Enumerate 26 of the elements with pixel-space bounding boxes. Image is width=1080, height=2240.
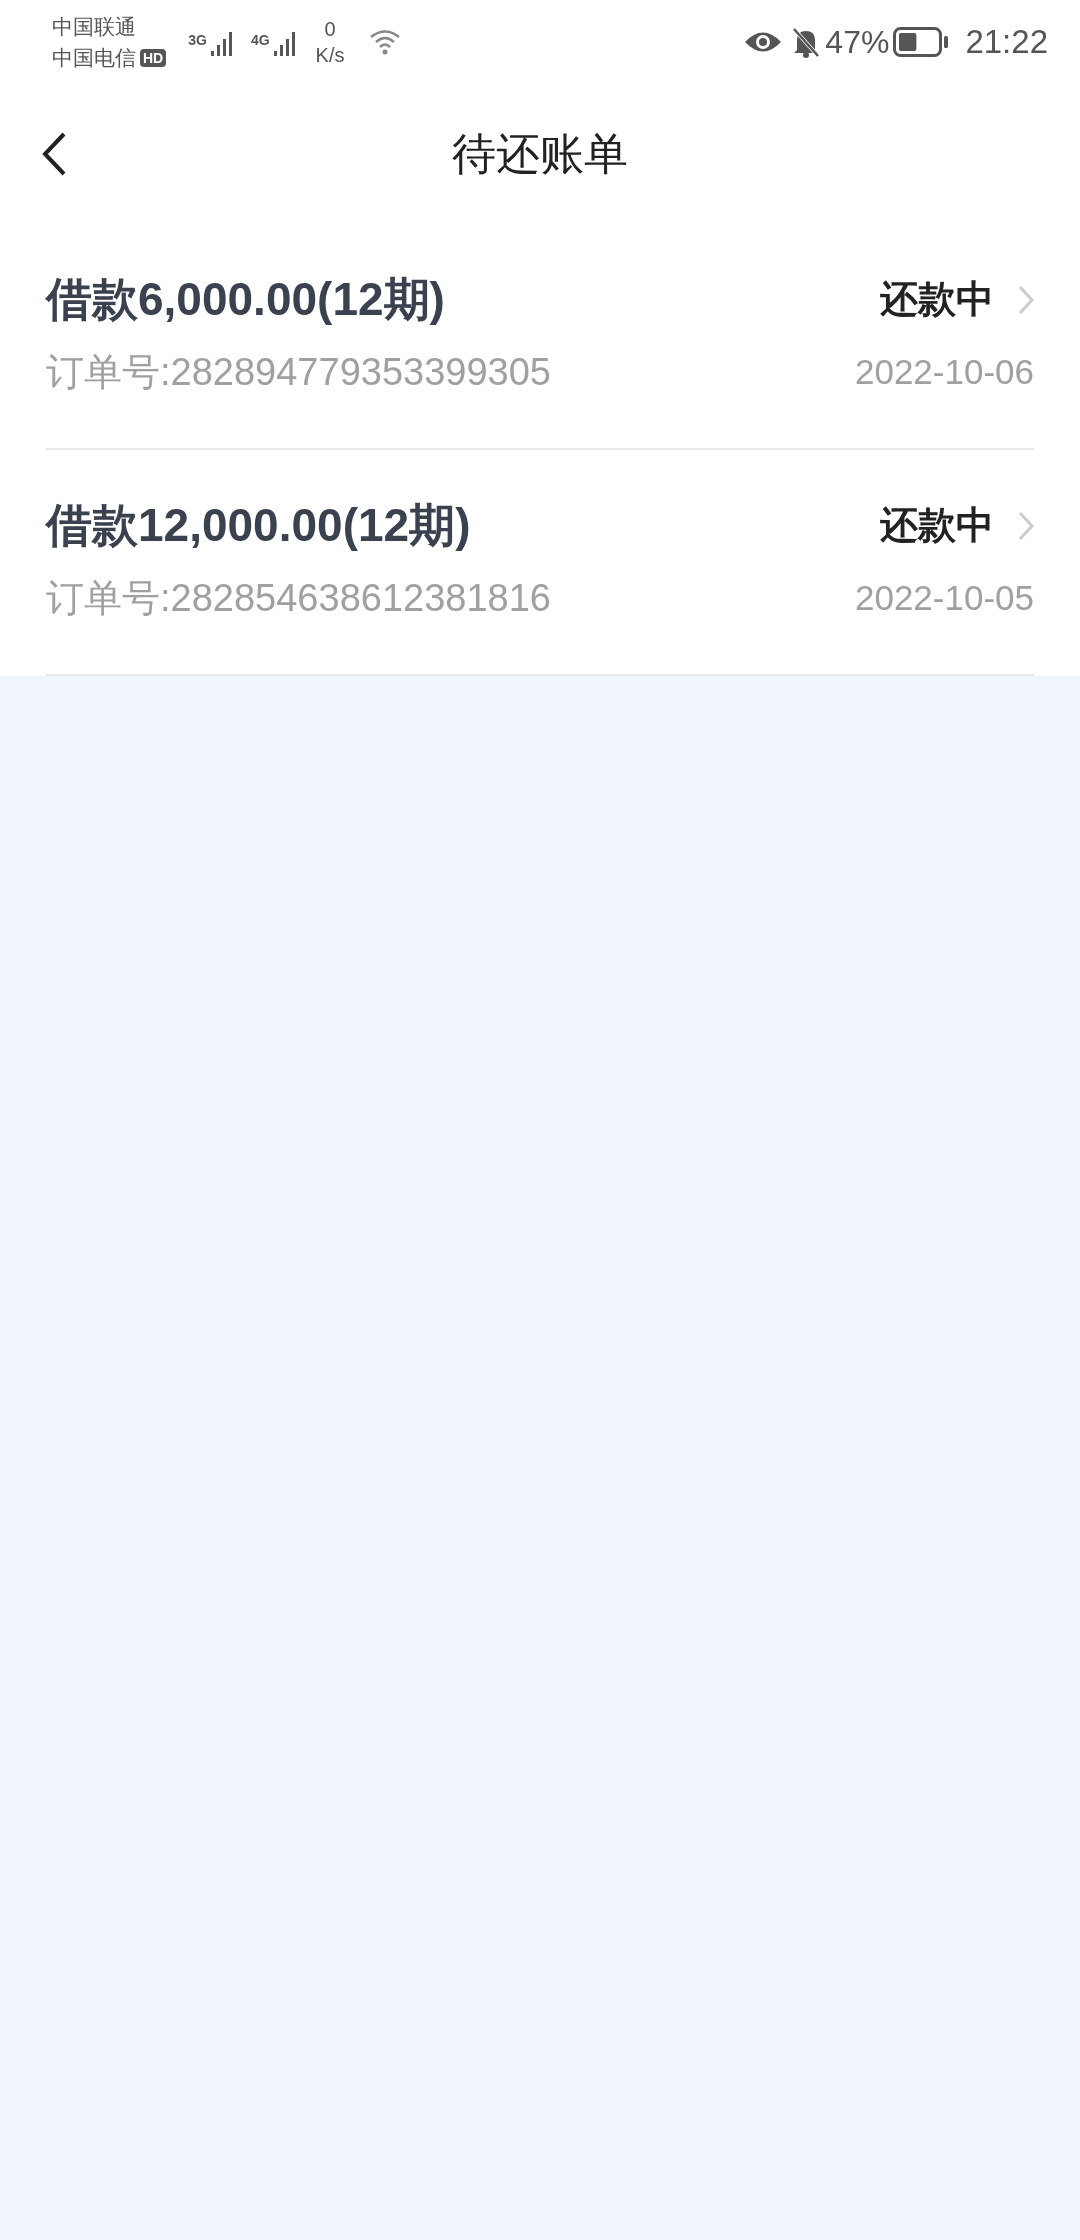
status-label: 还款中 (880, 503, 994, 548)
bill-date: 2022-10-05 (854, 577, 1034, 620)
battery-percent: 47% (825, 23, 890, 62)
muted-bell-icon (791, 26, 822, 58)
order-number: 订单号:282854638612381816 (46, 576, 551, 621)
chevron-right-icon (1018, 284, 1034, 315)
network-label: 3G (188, 33, 207, 47)
speed-unit: K/s (315, 43, 345, 68)
hd-badge: HD (140, 48, 167, 67)
chevron-right-icon (1018, 510, 1034, 541)
network-label: 4G (250, 33, 270, 47)
wifi-icon (368, 29, 401, 55)
carrier-name: 中国联通 (52, 14, 137, 40)
loan-title: 借款6,000.00(12期) (46, 271, 445, 327)
carrier-name: 中国电信 (52, 45, 136, 71)
battery-icon (893, 27, 950, 57)
status-label: 还款中 (880, 277, 994, 322)
bill-item[interactable]: 借款6,000.00(12期) 还款中 订单号:282894779353399305 2022-10-06 (0, 224, 1080, 450)
bill-date: 2022-10-06 (854, 351, 1034, 394)
page-title: 待还账单 (452, 128, 628, 180)
loan-title: 借款12,000.00(12期) (46, 497, 471, 553)
speed-value: 0 (323, 17, 337, 42)
bill-item[interactable]: 借款12,000.00(12期) 还款中 订单号:282854638612381816 2022-10-05 (0, 450, 1080, 676)
order-number: 订单号:282894779353399305 (46, 350, 551, 395)
back-button[interactable] (40, 130, 68, 178)
clock-time: 21:22 (965, 22, 1048, 63)
